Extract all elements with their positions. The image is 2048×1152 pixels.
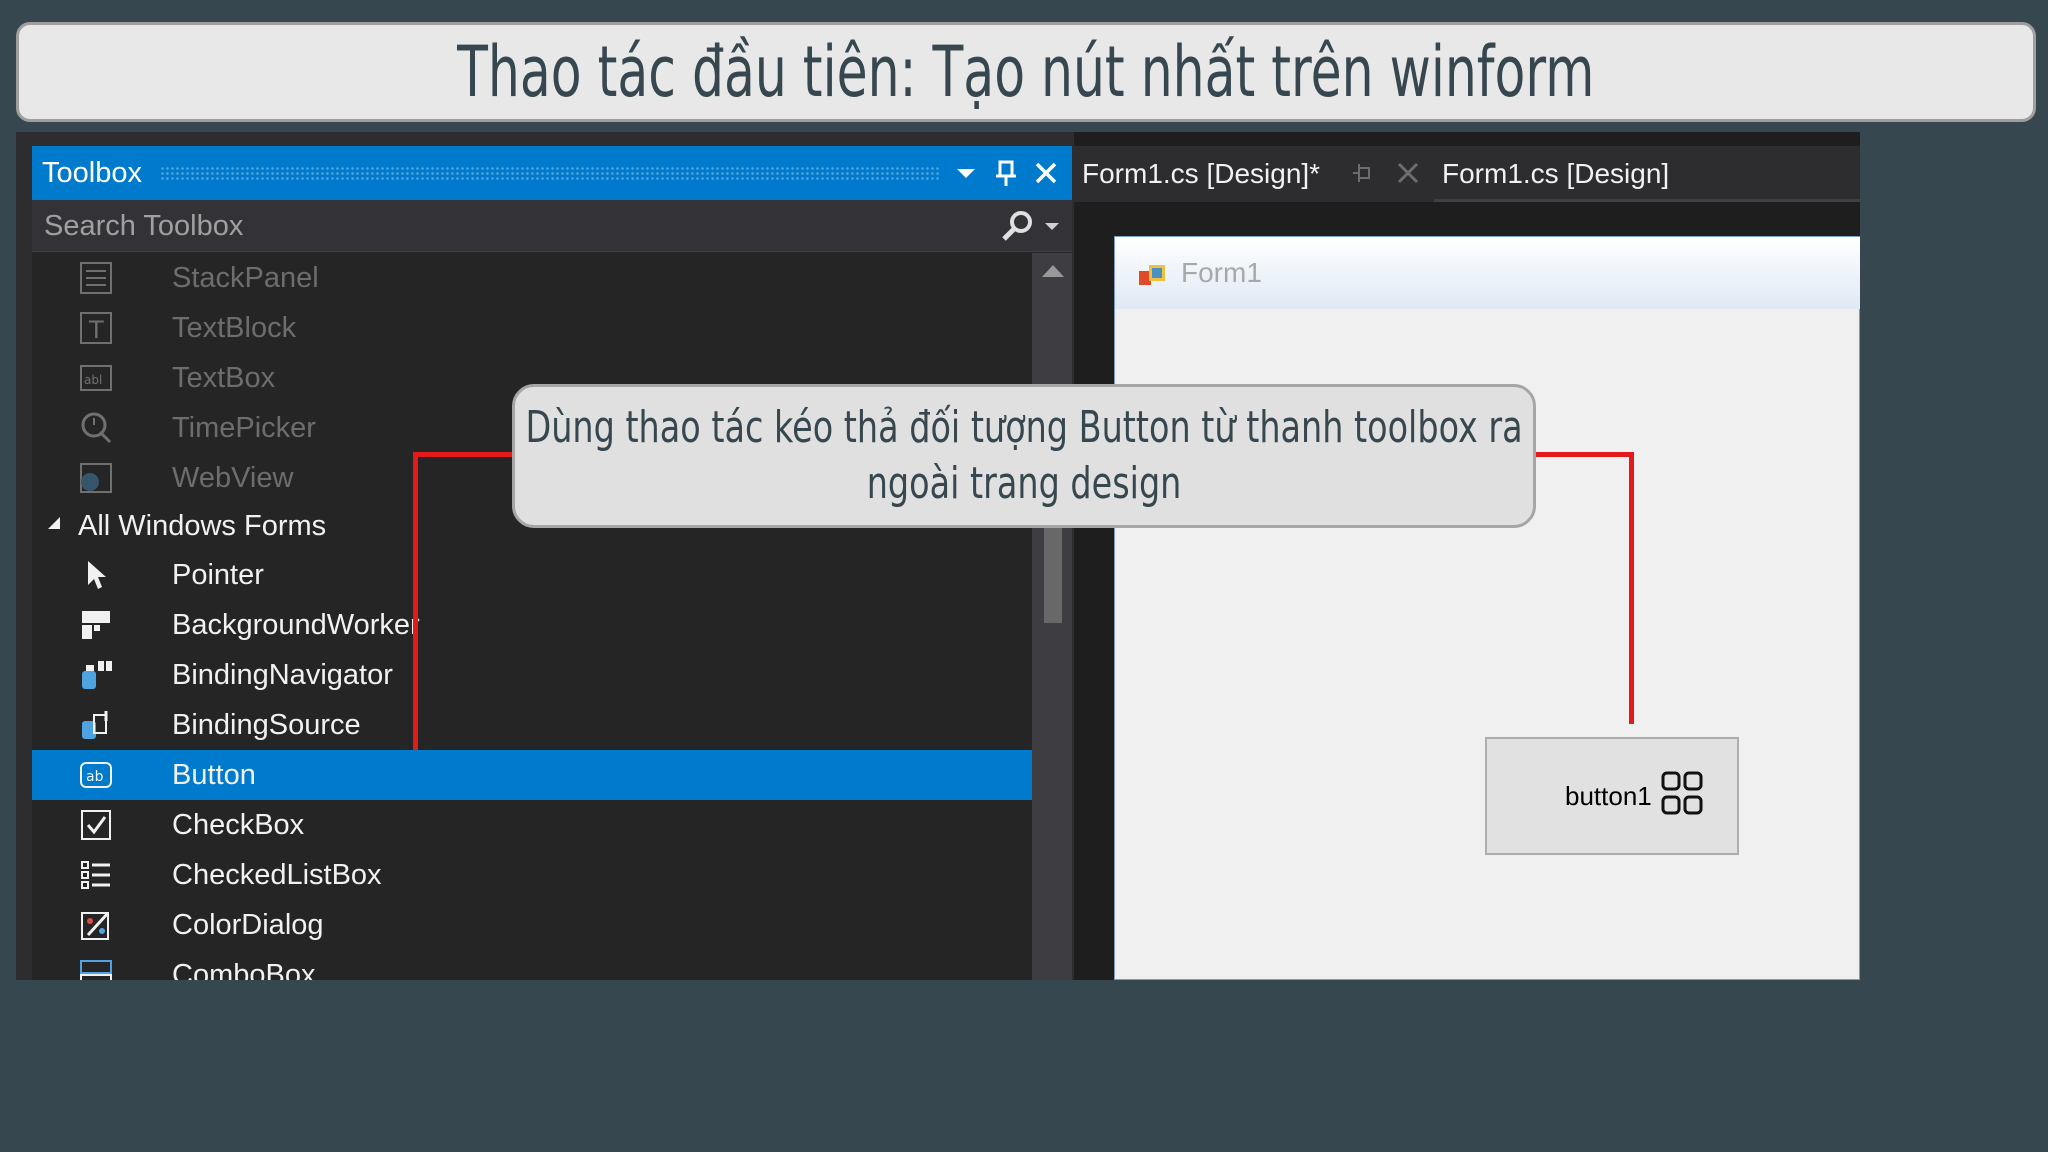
toolbox-item-colordialog[interactable]: ColorDialog [32, 900, 1032, 950]
instruction-callout: Dùng thao tác kéo thả đối tượng Button t… [512, 384, 1536, 528]
svg-text:T: T [88, 316, 104, 344]
callout-text: Dùng thao tác kéo thả đối tượng Button t… [525, 400, 1522, 512]
toolbox-item-label: Pointer [172, 558, 264, 591]
toolbox-item-label: BindingSource [172, 708, 361, 741]
toolbox-item-label: BindingNavigator [172, 658, 393, 691]
toolbox-item-bindingsource[interactable]: BindingSource [32, 700, 1032, 750]
tab-close-icon[interactable] [1394, 154, 1422, 198]
svg-text:abl: abl [84, 373, 102, 387]
toolbox-item-label: ColorDialog [172, 908, 324, 941]
search-options-dropdown-icon[interactable] [1040, 210, 1064, 242]
form-app-icon [1137, 261, 1167, 291]
connector-line-right-horizontal [1534, 452, 1634, 457]
callout-line-1: Dùng thao tác kéo thả đối tượng Button t… [525, 402, 1523, 453]
form-title: Form1 [1181, 257, 1262, 288]
form-titlebar[interactable]: Form1 [1115, 237, 1860, 309]
backgroundworker-icon [78, 607, 114, 643]
toolbox-item-label: CheckBox [172, 808, 305, 841]
checkedlistbox-icon [78, 857, 114, 893]
pointer-icon [78, 557, 114, 593]
toolbox-item-label: TextBlock [172, 311, 297, 344]
bindingnavigator-icon [78, 657, 114, 693]
ide-screenshot: Toolbox StackPanel [16, 132, 1860, 980]
checkbox-icon [78, 807, 114, 843]
slide-title: Thao tác đầu tiên: Tạo nút nhất trên win… [457, 31, 1595, 113]
connector-line-left-vertical [413, 452, 418, 750]
toolbox-item-bindingnavigator[interactable]: BindingNavigator [32, 650, 1032, 700]
search-input[interactable] [32, 200, 992, 252]
bindingsource-icon [78, 707, 114, 743]
form1-design-surface[interactable]: Form1 button1 [1114, 236, 1860, 980]
scroll-up-arrow-icon[interactable] [1042, 265, 1064, 277]
toolbox-item-label: TimePicker [172, 411, 316, 444]
textbox-icon: abl [78, 360, 114, 396]
collapse-arrow-icon[interactable] [44, 513, 64, 533]
toolbox-item-label: CheckedListBox [172, 858, 382, 891]
move-handle-icon[interactable] [1661, 771, 1705, 817]
toolbox-item-label: TextBox [172, 361, 276, 394]
connector-line-left-horizontal [413, 452, 515, 457]
tab-form1-design-modified[interactable]: Form1.cs [Design]* [1074, 146, 1434, 202]
form-button1[interactable]: button1 [1485, 737, 1739, 855]
toolbox-item-checkedlistbox[interactable]: CheckedListBox [32, 850, 1032, 900]
toolbox-item-textblock[interactable]: T TextBlock [32, 303, 1032, 353]
category-label: All Windows Forms [78, 509, 327, 542]
toolbox-item-checkbox[interactable]: CheckBox [32, 800, 1032, 850]
close-icon[interactable] [1028, 154, 1064, 192]
tab-label: Form1.cs [Design]* [1082, 158, 1321, 189]
tab-form1-design[interactable]: Form1.cs [Design] [1442, 146, 1669, 202]
search-row [32, 200, 1072, 252]
stackpanel-icon [78, 260, 114, 296]
designer-area: Form1.cs [Design]* Form1.cs [Design] For… [1074, 132, 1860, 980]
toolbox-item-stackpanel[interactable]: StackPanel [32, 253, 1032, 303]
header-grip [160, 166, 940, 180]
toolbox-item-combobox[interactable]: ComboBox [32, 950, 1032, 980]
toolbox-item-label: ComboBox [172, 958, 316, 981]
svg-text:ab: ab [86, 769, 104, 785]
tab-pin-icon[interactable] [1351, 160, 1373, 192]
slide-title-banner: Thao tác đầu tiên: Tạo nút nhất trên win… [16, 22, 2036, 122]
toolbox-item-pointer[interactable]: Pointer [32, 550, 1032, 600]
toolbox-scrollbar[interactable] [1032, 253, 1072, 980]
toolbox-item-button[interactable]: ab Button [32, 750, 1032, 800]
dropdown-arrow-icon[interactable] [948, 154, 984, 192]
toolbox-item-label: BackgroundWorker [172, 608, 420, 641]
webview-icon [78, 460, 114, 496]
button1-label: button1 [1565, 781, 1652, 811]
search-icon[interactable] [997, 208, 1037, 246]
toolbox-item-label: Button [172, 758, 256, 791]
callout-line-2: ngoài trang design [866, 458, 1182, 509]
textblock-icon: T [78, 310, 114, 346]
connector-line-right-vertical [1629, 452, 1634, 724]
toolbox-title: Toolbox [42, 156, 142, 189]
button-icon: ab [78, 757, 114, 793]
colordialog-icon [78, 907, 114, 943]
pin-icon[interactable] [988, 154, 1024, 192]
toolbox-panel: Toolbox StackPanel [32, 146, 1072, 980]
toolbox-item-label: WebView [172, 461, 294, 494]
timepicker-icon [78, 410, 114, 446]
toolbox-list: StackPanel T TextBlock abl TextBox TimeP… [32, 253, 1032, 980]
document-tabs: Form1.cs [Design]* Form1.cs [Design] [1074, 146, 1860, 202]
toolbox-item-backgroundworker[interactable]: BackgroundWorker [32, 600, 1032, 650]
combobox-icon [78, 957, 114, 980]
tab-label: Form1.cs [Design] [1442, 158, 1670, 189]
toolbox-header: Toolbox [32, 146, 1072, 200]
toolbox-item-label: StackPanel [172, 261, 319, 294]
